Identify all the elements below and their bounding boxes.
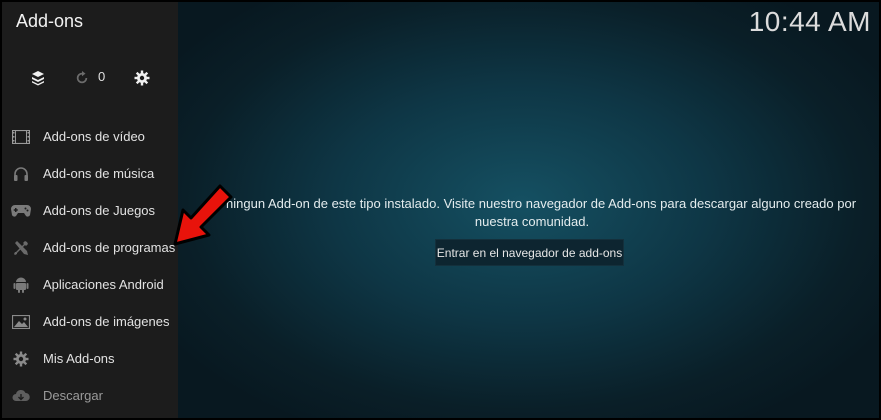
tools-icon [11, 238, 31, 258]
page-title: Add-ons [16, 11, 84, 31]
sidebar-item-games[interactable]: Add-ons de Juegos [2, 192, 178, 229]
sidebar-item-video[interactable]: Add-ons de vídeo [2, 118, 178, 155]
box-stack-icon[interactable] [28, 68, 48, 88]
sidebar-item-label: Add-ons de imágenes [43, 314, 170, 329]
refresh-icon[interactable] [72, 68, 92, 88]
gear-icon[interactable] [132, 68, 152, 88]
browse-addons-button[interactable]: Entrar en el navegador de add-ons [435, 239, 624, 266]
sidebar-item-images[interactable]: Add-ons de imágenes [2, 303, 178, 340]
empty-state-message: ne ningun Add-on de este tipo instalado.… [202, 195, 862, 231]
clock: 10:44 AM [748, 6, 871, 37]
sidebar-item-label: Add-ons de música [43, 166, 155, 181]
cloud-download-icon [11, 386, 31, 406]
sidebar-item-music[interactable]: Add-ons de música [2, 155, 178, 192]
update-count: 0 [98, 69, 106, 84]
sidebar-item-label: Add-ons de vídeo [43, 129, 145, 144]
headphones-icon [11, 164, 31, 184]
addon-category-menu: Add-ons de vídeo Add-ons de música Add-o… [2, 118, 178, 414]
sidebar-toolbar: 0 [2, 66, 178, 90]
image-icon [11, 312, 31, 332]
sidebar-item-label: Mis Add-ons [43, 351, 115, 366]
message-line: ne ningun Add-on de este tipo instalado.… [207, 196, 857, 211]
message-line: nuestra comunidad. [474, 214, 590, 229]
sidebar: Add-ons 0 Add-ons de vídeo Add-ons de mú… [2, 2, 178, 418]
gamepad-icon [11, 201, 31, 221]
sidebar-item-my-addons[interactable]: Mis Add-ons [2, 340, 178, 377]
red-arrow-annotation [173, 184, 233, 246]
film-icon [11, 127, 31, 147]
gear-icon [11, 349, 31, 369]
sidebar-item-label: Add-ons de programas [43, 240, 176, 255]
android-icon [11, 275, 31, 295]
sidebar-item-label: Descargar [43, 388, 103, 403]
sidebar-item-label: Add-ons de Juegos [43, 203, 156, 218]
sidebar-item-label: Aplicaciones Android [43, 277, 164, 292]
sidebar-item-download[interactable]: Descargar [2, 377, 178, 414]
kodi-screen: Add-ons 0 Add-ons de vídeo Add-ons de mú… [0, 0, 881, 420]
sidebar-item-programs[interactable]: Add-ons de programas [2, 229, 178, 266]
sidebar-item-android[interactable]: Aplicaciones Android [2, 266, 178, 303]
